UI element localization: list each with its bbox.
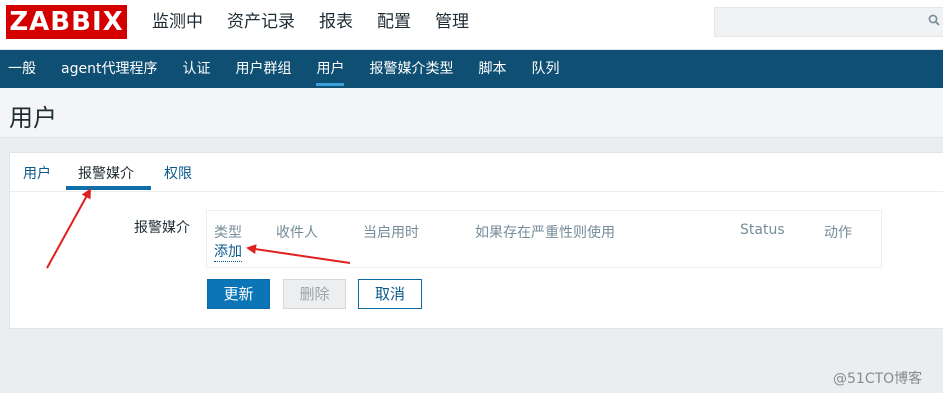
column-header-when-active: 当启用时 xyxy=(363,225,419,241)
column-header-send-to: 收件人 xyxy=(276,225,318,241)
delete-button[interactable]: 删除 xyxy=(283,279,346,309)
sub-nav-users[interactable]: 用户 xyxy=(316,50,345,88)
top-nav-administration[interactable]: 管理 xyxy=(435,10,469,34)
top-nav-reports[interactable]: 报表 xyxy=(319,10,353,34)
top-bar: ZABBIX 监测中 资产记录 报表 配置 管理 xyxy=(0,0,943,50)
top-nav: 监测中 资产记录 报表 配置 管理 xyxy=(152,10,493,34)
media-field-label: 报警媒介 xyxy=(134,220,190,236)
page-header xyxy=(0,88,943,138)
search-input[interactable] xyxy=(714,7,943,37)
sub-nav-proxies[interactable]: agent代理程序 xyxy=(61,50,157,88)
sub-nav-scripts[interactable]: 脚本 xyxy=(478,50,506,88)
tab-permissions[interactable]: 权限 xyxy=(164,163,192,183)
sub-nav-user-groups[interactable]: 用户群组 xyxy=(235,50,291,88)
watermark: @51CTO博客 xyxy=(833,371,923,387)
sub-nav: 一般 agent代理程序 认证 用户群组 用户 报警媒介类型 脚本 队列 xyxy=(0,50,943,88)
top-nav-configuration[interactable]: 配置 xyxy=(377,10,411,34)
column-header-status: Status xyxy=(740,222,785,238)
sub-nav-general[interactable]: 一般 xyxy=(8,50,36,88)
sub-nav-queue[interactable]: 队列 xyxy=(531,50,559,88)
add-media-link[interactable]: 添加 xyxy=(214,243,242,262)
user-form: 用户 报警媒介 权限 报警媒介 类型 收件人 当启用时 如果存在严重性则使用 S… xyxy=(9,152,943,329)
sub-nav-media-types[interactable]: 报警媒介类型 xyxy=(369,50,453,88)
page-title: 用户 xyxy=(9,104,57,132)
top-nav-monitoring[interactable]: 监测中 xyxy=(152,10,203,34)
active-tab-indicator xyxy=(66,186,151,190)
update-button[interactable]: 更新 xyxy=(207,279,270,309)
form-tabs: 用户 报警媒介 权限 xyxy=(10,153,943,192)
top-nav-inventory[interactable]: 资产记录 xyxy=(227,10,295,34)
search-icon[interactable] xyxy=(928,14,940,30)
column-header-severity: 如果存在严重性则使用 xyxy=(475,225,615,241)
column-header-action: 动作 xyxy=(824,225,852,241)
tab-user[interactable]: 用户 xyxy=(23,163,51,183)
column-header-type: 类型 xyxy=(214,225,242,241)
zabbix-logo[interactable]: ZABBIX xyxy=(6,5,127,39)
tab-media[interactable]: 报警媒介 xyxy=(78,163,134,183)
cancel-button[interactable]: 取消 xyxy=(358,279,422,309)
media-table: 类型 收件人 当启用时 如果存在严重性则使用 Status 动作 添加 xyxy=(206,210,882,268)
sub-nav-authentication[interactable]: 认证 xyxy=(182,50,210,88)
